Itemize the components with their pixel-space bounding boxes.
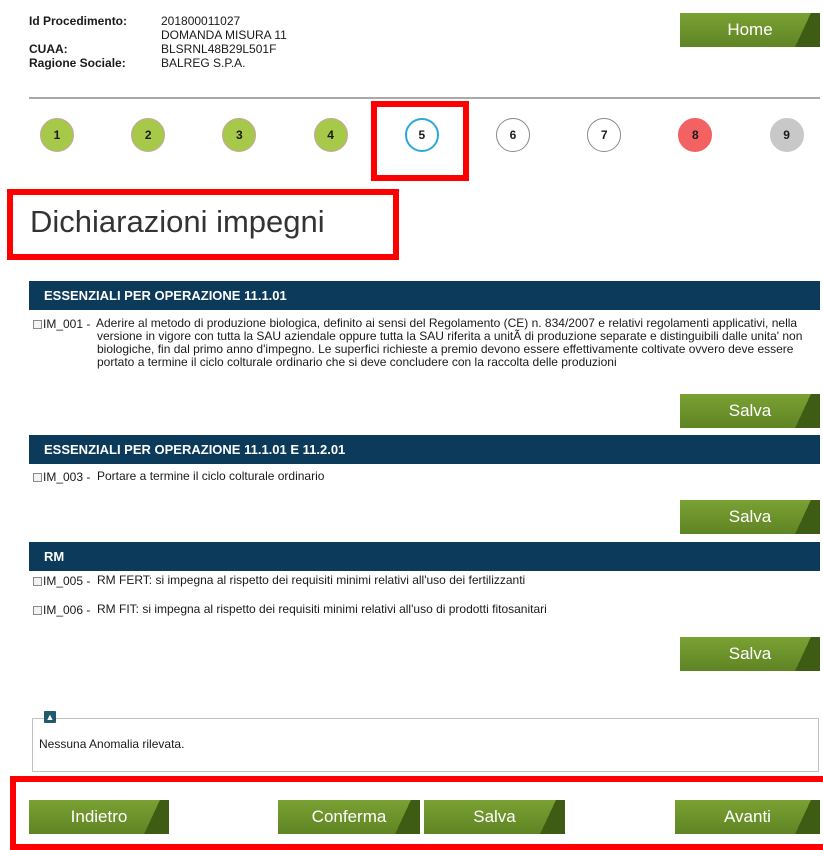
checkbox-im-001[interactable] [33,320,42,329]
back-button[interactable]: Indietro [29,800,169,834]
step-2[interactable]: 2 [131,118,166,152]
back-button-label: Indietro [70,807,128,826]
save-button-section-2[interactable]: Salva [680,500,820,534]
item-text: Aderire al metodo di produzione biologic… [96,316,803,369]
save-button-section-3[interactable]: Salva [680,637,820,671]
id-procedimento-label: Id Procedimento: [29,14,128,28]
chevron-up-icon[interactable]: ▲ [44,711,56,723]
anomalies-message: Nessuna Anomalia rilevata. [39,737,185,751]
button-accent [386,800,420,834]
checkbox-im-003[interactable] [33,473,42,482]
next-button[interactable]: Avanti [675,800,820,834]
save-button-section-1[interactable]: Salva [680,394,820,428]
item-text: RM FIT: si impegna al rispetto dei requi… [97,602,547,616]
confirm-button[interactable]: Conferma [278,800,420,834]
page-title: Dichiarazioni impegni [30,204,325,239]
header-divider [29,97,820,99]
cuaa-label: CUAA: [29,42,68,56]
button-accent [786,394,820,428]
button-accent [786,500,820,534]
button-accent [531,800,565,834]
step-4[interactable]: 4 [313,118,348,152]
step-8[interactable]: 8 [678,118,713,152]
item-code: IM_003 - [43,470,91,484]
ragione-sociale-label: Ragione Sociale: [29,56,126,70]
id-procedimento-value: 201800011027 [161,14,241,28]
button-accent [786,800,820,834]
save-button-label: Salva [728,644,772,663]
confirm-button-label: Conferma [311,807,387,826]
item-code: IM_005 - [43,574,91,588]
save-button-footer[interactable]: Salva [424,800,565,834]
step-5[interactable]: 5 [404,118,439,152]
save-button-label: Salva [473,807,516,826]
next-button-label: Avanti [724,807,771,826]
checkbox-im-006[interactable] [33,606,42,615]
button-accent [786,637,820,671]
button-accent [135,800,169,834]
button-accent [786,13,820,47]
section-header-rm: RM [29,542,820,571]
checkbox-im-005[interactable] [33,577,42,586]
item-text: RM FERT: si impegna al rispetto dei requ… [97,573,526,587]
step-3[interactable]: 3 [222,118,257,152]
section-header-essenziali-11-1-01: ESSENZIALI PER OPERAZIONE 11.1.01 [29,281,820,310]
step-6[interactable]: 6 [496,118,530,152]
step-9[interactable]: 9 [769,118,804,152]
home-button-label: Home [727,20,773,39]
save-button-label: Salva [728,401,772,420]
section-header-essenziali-11-1-01-11-2-01: ESSENZIALI PER OPERAZIONE 11.1.01 E 11.2… [29,435,820,464]
domanda-label: DOMANDA MISURA 11 [161,28,287,42]
item-text: Portare a termine il ciclo colturale ord… [97,469,325,483]
item-code: IM_006 - [43,603,91,617]
cuaa-value: BLSRNL48B29L501F [161,42,277,56]
step-7[interactable]: 7 [587,118,622,152]
ragione-sociale-value: BALREG S.P.A. [161,56,246,70]
item-code: IM_001 - [43,317,91,331]
step-1[interactable]: 1 [40,118,74,152]
home-button[interactable]: Home [680,13,820,47]
save-button-label: Salva [728,507,772,526]
